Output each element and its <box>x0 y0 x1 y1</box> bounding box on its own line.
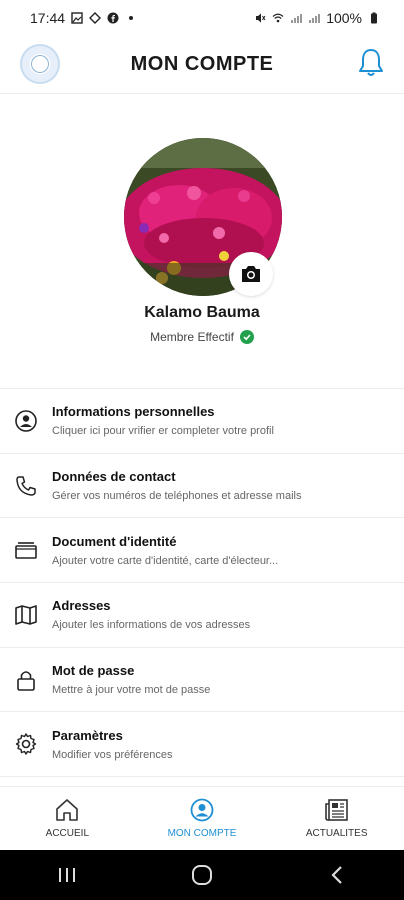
home-button[interactable] <box>177 850 227 900</box>
menu-text: Données de contact Gérer vos numéros de … <box>52 469 301 502</box>
menu-subtitle: Mettre à jour votre mot de passe <box>52 684 211 697</box>
user-circle-icon <box>12 407 40 435</box>
app-header: MON COMPTE <box>0 36 404 94</box>
gear-icon <box>12 730 40 758</box>
dot-icon <box>129 16 134 20</box>
home-icon <box>56 799 79 821</box>
status-time: 17:44 <box>30 10 66 26</box>
recent-apps-icon <box>59 868 76 882</box>
menu-item-addresses[interactable]: Adresses Ajouter les informations de vos… <box>0 583 404 648</box>
lock-icon <box>12 666 40 694</box>
menu-text: Document d'identité Ajouter votre carte … <box>52 534 278 567</box>
nav-label: MON COMPTE <box>167 828 237 839</box>
change-photo-button[interactable] <box>229 252 273 296</box>
member-status: Membre Effectif <box>0 330 404 344</box>
id-card-icon <box>12 536 40 564</box>
logo-emblem <box>31 55 49 73</box>
account-icon <box>190 798 214 822</box>
back-button[interactable] <box>312 850 362 900</box>
nav-label: ACCUEIL <box>45 828 90 839</box>
nav-item-news[interactable]: ACTUALITES <box>269 787 404 850</box>
menu-text: Informations personnelles Cliquer ici po… <box>52 404 274 437</box>
menu-title: Informations personnelles <box>52 404 215 420</box>
menu-text: Adresses Ajouter les informations de vos… <box>52 598 250 631</box>
menu-subtitle: Ajouter les informations de vos adresses <box>52 619 251 632</box>
page-title: MON COMPTE <box>130 53 274 75</box>
menu-item-contact[interactable]: Données de contact Gérer vos numéros de … <box>0 454 404 519</box>
menu-subtitle: Modifier vos préférences <box>52 748 173 761</box>
nav-item-home[interactable]: ACCUEIL <box>0 787 135 850</box>
account-menu: Informations personnelles Cliquer ici po… <box>0 388 404 778</box>
menu-text: Mot de passe Mettre à jour votre mot de … <box>52 663 210 696</box>
signal-icon <box>309 14 321 23</box>
menu-title: Mot de passe <box>52 663 135 679</box>
menu-item-password[interactable]: Mot de passe Mettre à jour votre mot de … <box>0 648 404 713</box>
bell-icon[interactable] <box>356 47 386 79</box>
menu-title: Paramètres <box>52 727 123 743</box>
menu-item-settings[interactable]: Paramètres Modifier vos préférences <box>0 712 404 778</box>
menu-text: Paramètres Modifier vos préférences <box>52 728 172 761</box>
status-right: 100% <box>254 10 380 26</box>
facebook-icon <box>107 12 119 24</box>
menu-subtitle: Ajouter votre carte d'identité, carte d'… <box>52 554 279 567</box>
menu-item-personal-info[interactable]: Informations personnelles Cliquer ici po… <box>0 389 404 454</box>
battery-text: 100% <box>326 10 362 26</box>
mute-icon <box>256 13 266 23</box>
menu-subtitle: Gérer vos numéros de teléphones et adres… <box>52 490 302 503</box>
phone-icon <box>12 472 40 500</box>
menu-title: Adresses <box>52 598 111 614</box>
check-circle-icon <box>239 330 254 344</box>
menu-subtitle: Cliquer ici pour vrifier er completer vo… <box>52 425 274 438</box>
bottom-nav: ACCUEIL MON COMPTE ACTUALITES <box>0 786 404 850</box>
menu-title: Document d'identité <box>52 533 177 549</box>
menu-title: Données de contact <box>52 469 176 485</box>
newspaper-icon <box>324 799 348 821</box>
nav-item-account[interactable]: MON COMPTE <box>135 787 270 850</box>
status-bar: 17:44 100% <box>0 0 404 36</box>
nav-label: ACTUALITES <box>305 828 368 839</box>
map-icon <box>12 601 40 629</box>
camera-icon <box>242 266 260 282</box>
gallery-icon <box>71 12 83 24</box>
back-chevron-icon <box>331 866 342 884</box>
organization-logo <box>20 44 60 84</box>
status-left: 17:44 <box>30 10 137 26</box>
battery-icon <box>371 12 377 24</box>
recent-apps-button[interactable] <box>42 850 92 900</box>
cast-icon <box>89 12 102 24</box>
wifi-icon <box>272 13 284 23</box>
home-circle-icon <box>191 865 212 885</box>
user-name: Kalamo Bauma <box>144 304 260 321</box>
profile-section: Kalamo Bauma Membre Effectif <box>0 94 404 388</box>
menu-item-id-document[interactable]: Document d'identité Ajouter votre carte … <box>0 518 404 584</box>
signal-icon <box>291 14 303 23</box>
system-nav-bar <box>0 850 404 900</box>
member-status-label: Membre Effectif <box>150 330 234 344</box>
